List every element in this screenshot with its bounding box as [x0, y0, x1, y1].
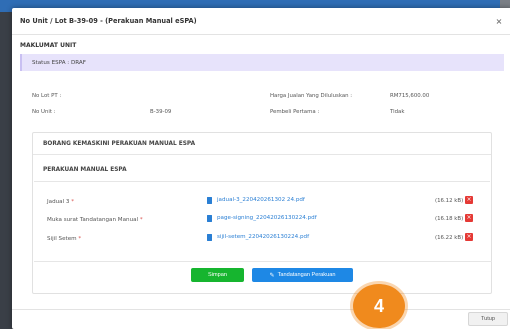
pembeli-pertama-value: Tidak: [390, 109, 405, 115]
step-badge: 4: [353, 284, 405, 328]
close-icon[interactable]: ×: [494, 17, 504, 26]
file-label: Sijil Setem *: [47, 236, 82, 242]
file-link-page-signing[interactable]: page-signing_22042026130224.pdf: [217, 215, 317, 221]
document-icon: [207, 234, 212, 241]
delete-icon[interactable]: ×: [465, 233, 473, 241]
file-label: Muka surat Tandatangan Manual *: [47, 217, 143, 223]
pencil-icon: ✎: [269, 272, 275, 279]
file-row-sijil-setem: Sijil Setem * sijil-setem_22042026130224…: [33, 233, 493, 247]
status-badge: Status ESPA : DRAF: [20, 54, 504, 71]
file-link-sijil-setem[interactable]: sijil-setem_22042026130224.pdf: [217, 234, 309, 240]
harga-jualan-value: RM715,600.00: [390, 93, 430, 99]
file-size: (16.12 kB): [435, 198, 464, 204]
save-button[interactable]: Simpan: [191, 268, 244, 282]
modal-header: No Unit / Lot B-39-09 - (Perakuan Manual…: [12, 8, 510, 35]
modal-title: No Unit / Lot B-39-09 - (Perakuan Manual…: [20, 17, 197, 25]
sign-button[interactable]: ✎ Tandatangan Perakuan: [252, 268, 353, 282]
document-icon: [207, 215, 212, 222]
pembeli-pertama-label: Pembeli Pertama :: [270, 109, 320, 115]
delete-icon[interactable]: ×: [465, 214, 473, 222]
lot-pt-label: No Lot PT :: [32, 93, 62, 99]
harga-jualan-label: Harga Jualan Yang Diluluskan :: [270, 93, 353, 99]
delete-icon[interactable]: ×: [465, 196, 473, 204]
file-label: Jadual 3 *: [47, 199, 75, 205]
borang-heading: BORANG KEMASKINI PERAKUAN MANUAL ESPA: [33, 133, 491, 155]
subheading-divider: [34, 181, 490, 182]
file-row-page-signing: Muka surat Tandatangan Manual * page-sig…: [33, 214, 493, 228]
file-link-jadual-3[interactable]: jadual-3_220420261302 24.pdf: [217, 197, 305, 203]
document-icon: [207, 197, 212, 204]
perakuan-subheading: PERAKUAN MANUAL ESPA: [43, 167, 127, 173]
file-row-jadual-3: Jadual 3 * jadual-3_220420261302 24.pdf …: [33, 196, 493, 210]
no-unit-value: B-39-09: [150, 109, 172, 115]
unit-info-grid: No Lot PT : No Unit : B-39-09 Harga Jual…: [12, 71, 510, 121]
no-unit-label: No Unit :: [32, 109, 56, 115]
maklumat-unit-heading: MAKLUMAT UNIT: [20, 42, 77, 49]
perakuan-manual-modal: No Unit / Lot B-39-09 - (Perakuan Manual…: [12, 8, 510, 329]
close-button[interactable]: Tutup: [468, 312, 508, 326]
actions-divider: [34, 261, 492, 262]
status-text: Status ESPA : DRAF: [32, 59, 86, 66]
sign-button-label: Tandatangan Perakuan: [277, 272, 336, 278]
file-size: (16.18 kB): [435, 216, 464, 222]
footer-divider: [12, 309, 510, 310]
file-size: (16.22 kB): [435, 235, 464, 241]
